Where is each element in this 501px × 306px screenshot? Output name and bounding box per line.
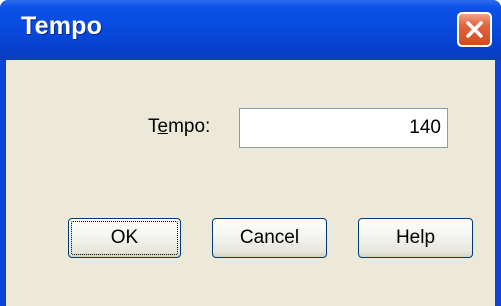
dialog-title: Tempo: [21, 12, 103, 40]
tempo-dialog: Tempo Tempo: OK Cancel Help: [0, 0, 501, 306]
close-button[interactable]: [457, 12, 492, 47]
dialog-body: [6, 60, 495, 306]
cancel-button[interactable]: Cancel: [212, 218, 327, 258]
tempo-field: [239, 108, 448, 148]
help-button[interactable]: Help: [358, 218, 473, 258]
tempo-label: Tempo:: [148, 116, 211, 137]
close-icon: [466, 21, 483, 38]
tempo-input[interactable]: [240, 109, 447, 147]
title-bar[interactable]: Tempo: [0, 0, 501, 60]
ok-button[interactable]: OK: [68, 218, 181, 258]
